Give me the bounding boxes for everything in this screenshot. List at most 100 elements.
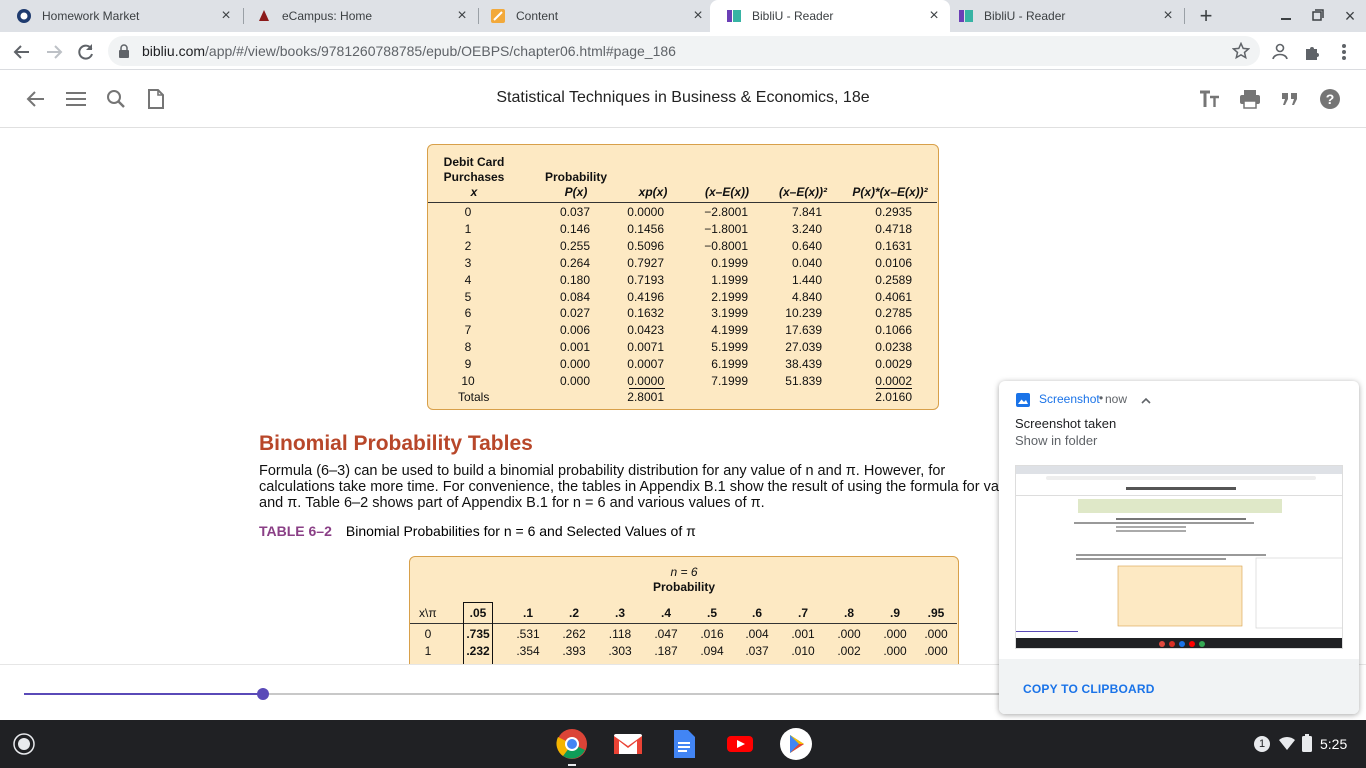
close-tab-icon[interactable]: × [218,8,234,24]
homework-market-favicon-icon [16,8,32,24]
reading-progress-slider[interactable] [24,688,999,700]
tab-bibliu-reader[interactable]: BibliU - Reader × [942,0,1184,32]
close-window-icon[interactable]: × [1340,6,1360,26]
table2-cell: .303 [608,644,632,658]
col-header-x: Debit Card Purchases x [438,155,510,200]
back-icon[interactable] [10,40,34,64]
close-tab-icon[interactable]: × [690,8,706,24]
table-cell: 0.0238 [875,340,912,355]
table-cell: 0.0007 [627,357,664,372]
browser-menu-icon[interactable] [1332,40,1356,64]
table2-col-header: .2 [568,606,579,620]
table-cell-x: 8 [464,340,472,355]
table-cell: 3.1999 [711,306,748,321]
reload-icon[interactable] [74,40,98,64]
screenshot-notification[interactable]: Screenshot • now Screenshot taken Show i… [999,381,1359,714]
copy-to-clipboard-button[interactable]: COPY TO CLIPBOARD [1023,682,1155,696]
table2-row-x: 0 [424,627,432,641]
table2-col-header: .7 [797,606,808,620]
play-store-icon[interactable] [780,728,812,760]
table-cell: 0.0000 [627,205,664,219]
minimize-icon[interactable] [1276,6,1296,26]
table-cell: 0.1066 [875,323,912,338]
table-cell: 3.240 [791,221,822,236]
table-cell-x: 7 [464,323,472,338]
tab-homework-market[interactable]: Homework Market × [0,0,242,32]
table-cell-x: 3 [464,255,472,270]
launcher-icon[interactable] [8,728,40,760]
table-cell: 0.000 [559,374,590,388]
table2-col-header: .1 [522,606,533,620]
table2-cell: .000 [883,627,907,641]
tab-bibliu-reader-active[interactable]: BibliU - Reader × [710,0,950,32]
address-bar[interactable]: bibliu.com/app/#/view/books/978126078878… [108,36,1260,66]
table-cell: 1.1999 [711,272,748,287]
youtube-icon[interactable] [724,728,756,760]
extensions-icon[interactable] [1300,40,1324,64]
tab-title: BibliU - Reader [752,9,834,23]
screenshot-thumbnail[interactable] [1015,465,1343,649]
cite-quote-icon[interactable] [1279,88,1301,110]
table2-cell: .001 [791,627,815,641]
tab-title: BibliU - Reader [984,9,1066,23]
notification-time: now [1105,392,1128,406]
bookmark-star-icon[interactable] [1231,41,1251,65]
reader-header: Statistical Techniques in Business & Eco… [0,70,1366,128]
col-header-deviation-squared: (x–E(x))² [778,185,827,199]
col-header-probability: Probability P(x) [540,170,612,200]
collapse-chevron-icon[interactable] [1141,393,1151,411]
chrome-icon[interactable] [556,728,588,760]
table-cell: 0.5096 [627,238,664,253]
text-size-icon[interactable] [1199,88,1221,110]
tab-title: Homework Market [42,9,140,23]
docs-icon[interactable] [668,728,700,760]
wifi-icon[interactable] [1278,735,1296,756]
gmail-icon[interactable] [612,728,644,760]
table2-row-x: 1 [424,644,432,658]
close-tab-icon[interactable]: × [454,8,470,24]
table2-cell: .118 [608,627,632,641]
url-text[interactable]: bibliu.com/app/#/view/books/978126078878… [142,43,676,59]
battery-icon[interactable] [1302,734,1312,757]
reading-progress-fill [24,693,263,695]
show-in-folder-link[interactable]: Show in folder [1015,433,1097,448]
pdev2-totals-rule [876,388,912,389]
print-icon[interactable] [1239,88,1261,110]
new-tab-button[interactable]: + [1196,4,1216,28]
reading-mode-icon[interactable] [1268,40,1292,64]
table-cell: 0.000 [559,357,590,372]
close-tab-icon[interactable]: × [926,8,942,24]
paragraph-line-3: and π. Table 6–2 shows part of Appendix … [259,495,765,511]
table2-col-header: .95 [927,606,945,620]
table2-col-header: .4 [660,606,671,620]
tab-content[interactable]: Content × [474,0,714,32]
restore-icon[interactable] [1308,6,1328,26]
forward-icon[interactable] [42,40,66,64]
lock-icon[interactable] [118,44,130,63]
system-clock[interactable]: 5:25 [1320,736,1347,752]
notification-count-badge[interactable]: 1 [1254,736,1270,752]
reading-progress-handle[interactable] [256,688,269,700]
col-header-p-line1: Probability [544,170,607,184]
table-cell: 4.840 [791,289,822,304]
url-host: bibliu.com [142,43,206,59]
tab-ecampus[interactable]: eCampus: Home × [240,0,478,32]
table2-cell: .000 [883,644,907,658]
svg-text:?: ? [1326,91,1335,107]
table2-cell: .187 [654,644,678,658]
section-title: Binomial Probability Tables [259,432,533,455]
table2-probability-label: Probability [652,580,715,594]
close-tab-icon[interactable]: × [1160,8,1176,24]
table-caption: Binomial Probabilities for n = 6 and Sel… [345,523,696,539]
table-cell: 17.639 [785,323,822,338]
table-cell: 0.084 [559,289,590,304]
table-cell: 51.839 [785,374,822,388]
table-cell-x: 6 [464,306,472,321]
table-cell: 0.0002 [875,374,912,388]
help-icon[interactable]: ? [1319,88,1341,110]
table2-cell: .531 [516,627,540,641]
xp-totals-rule [629,388,665,389]
table-cell: 10.239 [785,306,822,321]
table-cell: 0.1631 [875,238,912,253]
paragraph-line-1: Formula (6–3) can be used to build a bin… [259,463,946,479]
